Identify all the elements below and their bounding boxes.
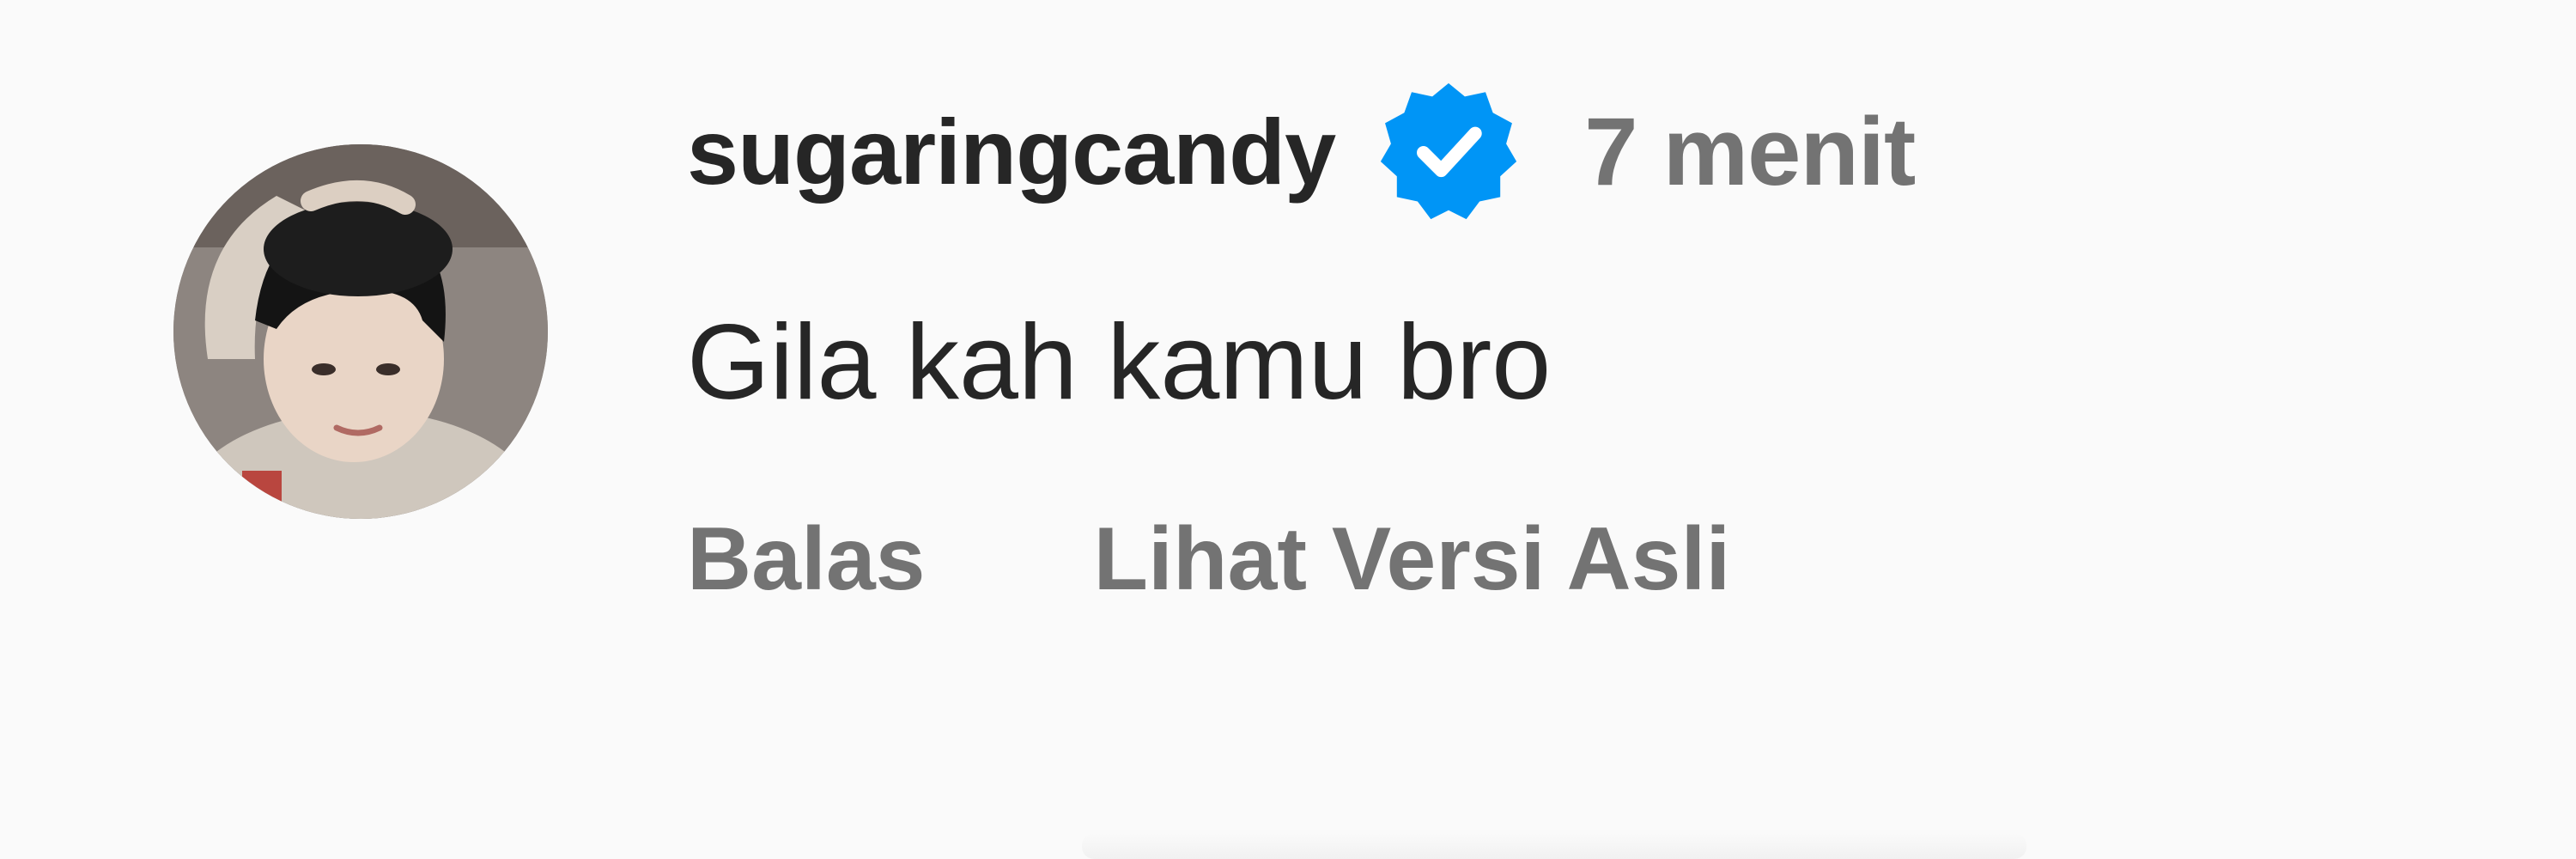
username-link[interactable]: sugaringcandy: [687, 98, 1336, 205]
avatar-photo-icon: [173, 144, 548, 519]
next-comment-edge: [1082, 833, 2026, 859]
comment-header: sugaringcandy 7 menit: [687, 82, 1916, 220]
see-original-button[interactable]: Lihat Versi Asli: [1094, 509, 1731, 611]
avatar[interactable]: [173, 144, 548, 519]
comment-item: sugaringcandy 7 menit Gila kah kamu bro …: [0, 0, 2576, 859]
reply-button[interactable]: Balas: [687, 509, 926, 611]
verified-badge-icon: [1381, 82, 1517, 220]
comment-actions: Balas Lihat Versi Asli: [687, 509, 1730, 611]
comment-text: Gila kah kamu bro: [687, 303, 1552, 422]
comment-timestamp[interactable]: 7 menit: [1584, 96, 1916, 207]
